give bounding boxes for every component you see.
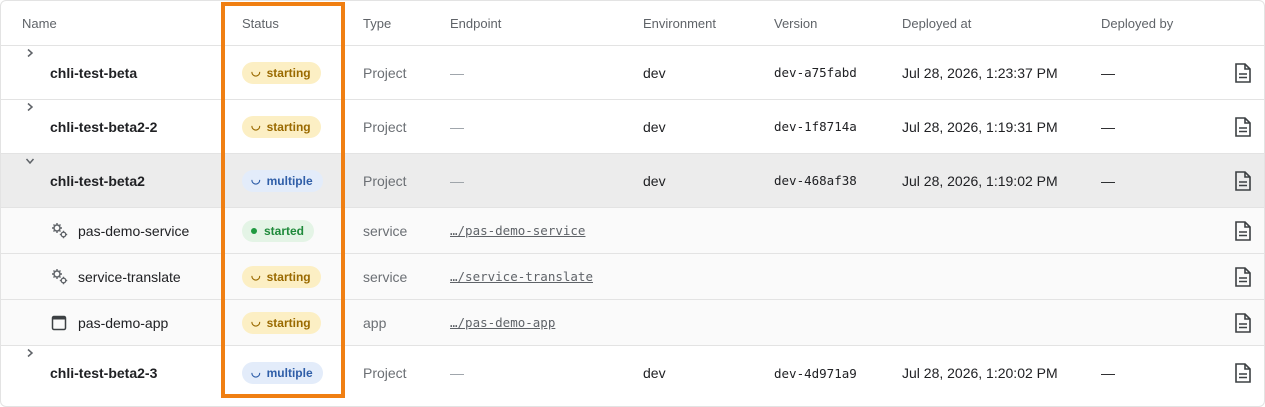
status-badge: ◡ multiple	[242, 169, 323, 192]
row-endpoint: —	[450, 64, 464, 81]
status-badge: ◡ starting	[242, 115, 321, 138]
row-endpoint: —	[450, 365, 464, 381]
row-type: service	[363, 222, 408, 239]
spinner-icon: ◡	[251, 366, 261, 379]
document-icon[interactable]	[1234, 46, 1252, 99]
document-icon[interactable]	[1234, 346, 1252, 400]
document-icon[interactable]	[1234, 100, 1252, 153]
column-header-status[interactable]: Status	[242, 1, 279, 45]
child-row[interactable]: pas-demo-app ◡ starting app …/pas-demo-ap…	[1, 300, 1264, 346]
spinner-icon: ◡	[251, 270, 261, 282]
spinner-icon: ◡	[251, 316, 261, 328]
table-row[interactable]: chli-test-beta2-2 ◡ starting Project — de…	[1, 100, 1264, 154]
row-name: chli-test-beta	[50, 64, 138, 81]
document-icon[interactable]	[1234, 254, 1252, 299]
child-row[interactable]: service-translate ◡ starting service …/se…	[1, 254, 1264, 300]
row-version: dev-1f8714a	[774, 119, 857, 134]
table-row[interactable]: chli-test-beta2-3 ◡ multiple Project — de…	[1, 346, 1264, 400]
row-environment: dev	[643, 172, 666, 189]
row-deployed-at: Jul 28, 2026, 1:19:02 PM	[902, 172, 1058, 189]
row-name: chli-test-beta2-3	[50, 365, 158, 381]
gears-icon	[51, 208, 69, 253]
child-row[interactable]: pas-demo-service started service …/pas-d…	[1, 208, 1264, 254]
status-badge: started	[242, 219, 315, 242]
row-type: Project	[363, 118, 407, 135]
row-endpoint: —	[450, 172, 464, 189]
row-type: Project	[363, 365, 407, 381]
row-type: app	[363, 314, 387, 331]
spinner-icon: ◡	[251, 120, 261, 132]
document-icon[interactable]	[1234, 154, 1252, 207]
row-type: Project	[363, 172, 407, 189]
row-environment: dev	[643, 64, 666, 81]
column-header-version[interactable]: Version	[774, 1, 817, 45]
chevron-right-icon[interactable]	[23, 346, 37, 360]
table-row[interactable]: chli-test-beta ◡ starting Project — dev d…	[1, 46, 1264, 100]
chevron-down-icon[interactable]	[23, 154, 37, 168]
row-deployed-by: —	[1101, 172, 1115, 189]
app-window-icon	[51, 300, 69, 345]
row-deployed-at: Jul 28, 2026, 1:23:37 PM	[902, 64, 1058, 81]
endpoint-link[interactable]: …/service-translate	[450, 254, 593, 299]
column-header-deployed-by[interactable]: Deployed by	[1101, 1, 1173, 45]
chevron-right-icon[interactable]	[23, 46, 37, 60]
row-deployed-at: Jul 28, 2026, 1:19:31 PM	[902, 118, 1058, 135]
row-environment: dev	[643, 365, 666, 381]
row-deployed-by: —	[1101, 64, 1115, 81]
table-header: Name Status Type Endpoint Environment Ve…	[1, 1, 1264, 46]
column-header-environment[interactable]: Environment	[643, 1, 716, 45]
row-name: chli-test-beta2-2	[50, 118, 158, 135]
column-header-type[interactable]: Type	[363, 1, 391, 45]
table-row-expanded[interactable]: chli-test-beta2 ◡ multiple Project — dev …	[1, 154, 1264, 208]
row-name: pas-demo-app	[78, 314, 169, 331]
row-name: service-translate	[78, 268, 181, 285]
status-badge: ◡ starting	[242, 265, 321, 288]
spinner-icon: ◡	[251, 174, 261, 186]
document-icon[interactable]	[1234, 300, 1252, 345]
status-badge: ◡ multiple	[242, 362, 323, 384]
row-environment: dev	[643, 118, 666, 135]
chevron-right-icon[interactable]	[23, 100, 37, 114]
status-dot-icon	[251, 227, 257, 234]
row-name: pas-demo-service	[78, 222, 190, 239]
spinner-icon: ◡	[251, 66, 261, 78]
endpoint-link[interactable]: …/pas-demo-app	[450, 300, 555, 345]
column-header-deployed-at[interactable]: Deployed at	[902, 1, 971, 45]
row-endpoint: —	[450, 118, 464, 135]
deployments-table: Name Status Type Endpoint Environment Ve…	[0, 0, 1265, 407]
row-version: dev-468af38	[774, 173, 857, 188]
document-icon[interactable]	[1234, 208, 1252, 253]
row-deployed-at: Jul 28, 2026, 1:20:02 PM	[902, 365, 1058, 381]
row-name: chli-test-beta2	[50, 172, 145, 189]
status-badge: ◡ starting	[242, 61, 321, 84]
row-type: Project	[363, 64, 407, 81]
row-deployed-by: —	[1101, 365, 1115, 381]
row-type: service	[363, 268, 408, 285]
endpoint-link[interactable]: …/pas-demo-service	[450, 208, 585, 253]
row-deployed-by: —	[1101, 118, 1115, 135]
column-header-name[interactable]: Name	[22, 1, 57, 45]
row-version: dev-4d971a9	[774, 365, 857, 381]
row-version: dev-a75fabd	[774, 65, 857, 80]
column-header-endpoint[interactable]: Endpoint	[450, 1, 501, 45]
gears-icon	[51, 254, 69, 299]
status-badge: ◡ starting	[242, 311, 321, 334]
